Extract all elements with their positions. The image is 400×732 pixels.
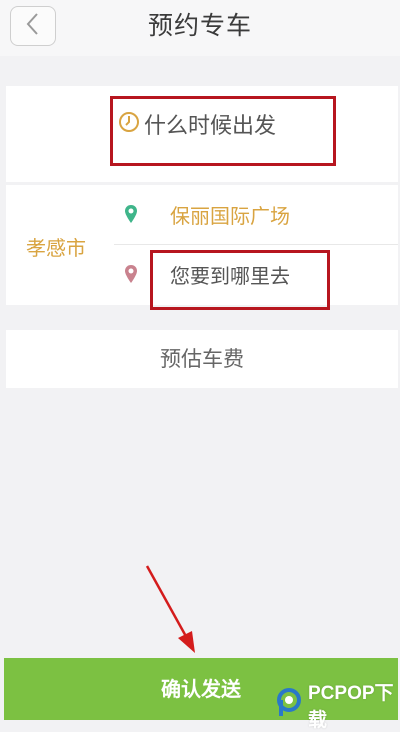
start-location[interactable]: 保丽国际广场 (170, 200, 290, 229)
location-divider (114, 244, 398, 245)
back-button[interactable] (10, 6, 56, 46)
clock-icon (118, 111, 140, 137)
fare-estimate[interactable]: 预估车费 (6, 330, 398, 388)
destination-input[interactable]: 您要到哪里去 (170, 260, 290, 289)
destination-pin-icon (124, 264, 138, 288)
start-pin-icon (124, 204, 138, 228)
pcpop-watermark: PCPOP下载 (276, 678, 400, 732)
watermark-text: PCPOP下载 (308, 683, 394, 731)
red-arrow-icon (140, 560, 200, 660)
departure-time-field[interactable]: 什么时候出发 (118, 108, 276, 140)
pcpop-logo-icon (276, 688, 302, 722)
departure-time-placeholder: 什么时候出发 (144, 114, 277, 139)
page-title: 预约专车 (147, 11, 252, 40)
city-selector[interactable]: 孝感市 (26, 232, 86, 261)
chevron-left-icon (23, 11, 43, 41)
